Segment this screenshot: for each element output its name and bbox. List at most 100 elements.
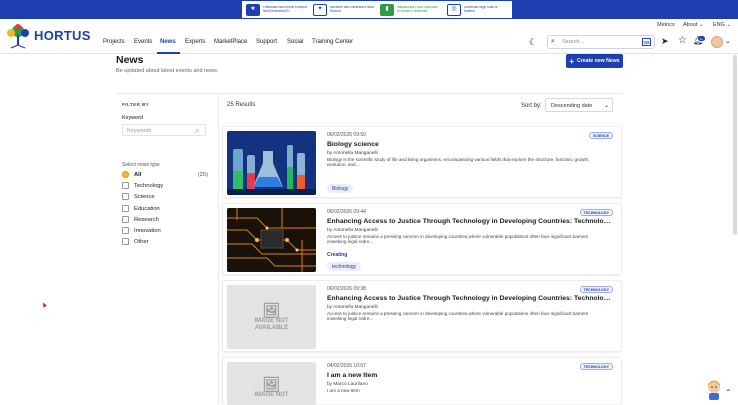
- image-placeholder: 🖼︎ IMAGE NOT AVAILABLE: [227, 285, 316, 349]
- news-card[interactable]: 06/02/2026 09:50 SCIENCE Biology science…: [222, 126, 622, 198]
- filter-label: Innovation: [134, 227, 161, 234]
- nav-marketplace[interactable]: MarketPlace: [214, 39, 247, 45]
- news-date: 06/02/2026 09:38: [327, 286, 366, 292]
- news-category-link[interactable]: Creating: [327, 252, 347, 258]
- keyword-placeholder: Keywords: [127, 128, 152, 134]
- sort-select[interactable]: Descending date ⌄: [545, 98, 613, 112]
- news-type-label: Select news type: [122, 162, 160, 168]
- brand-name: HORTUS: [34, 27, 91, 43]
- language-menu[interactable]: ENG ⌄: [713, 22, 731, 28]
- filter-label: Research: [134, 216, 159, 223]
- news-date: 06/02/2026 09:44: [327, 209, 366, 215]
- image-icon: 🖼︎: [262, 376, 281, 392]
- keyboard-icon[interactable]: ⌨: [642, 38, 651, 46]
- filter-other[interactable]: Other: [122, 237, 208, 246]
- chevron-down-icon[interactable]: ⌄: [725, 37, 731, 45]
- news-tag[interactable]: Biology: [327, 184, 354, 193]
- checkbox[interactable]: [122, 216, 129, 223]
- image-not-available-text: IMAGE NOT AVAILABLE: [254, 318, 289, 331]
- news-card[interactable]: 🖼︎ IMAGE NOT 04/02/2026 10:07 TECHNOLOGY…: [222, 357, 622, 405]
- assistant-avatar-icon[interactable]: [706, 380, 722, 400]
- radio-checked[interactable]: [122, 171, 129, 178]
- about-menu[interactable]: About ⌄: [683, 22, 704, 28]
- funding-logos: ★ Finanziato dall'Unione europea NextGene…: [242, 1, 512, 18]
- sidebar-divider: [218, 94, 219, 404]
- nav-experts[interactable]: Experts: [185, 39, 205, 45]
- news-card[interactable]: 06/02/2026 09:44 TECHNOLOGY Enhancing Ac…: [222, 203, 622, 275]
- keyword-label: Keyword: [122, 115, 144, 121]
- keyword-input[interactable]: Keywords ⌕: [122, 124, 206, 136]
- news-excerpt: I am a new Item: [327, 388, 360, 393]
- nav-events[interactable]: Events: [134, 39, 152, 45]
- filter-science[interactable]: Science: [122, 192, 208, 201]
- sort-value: Descending date: [551, 103, 593, 109]
- search-box[interactable]: ⌕ Search... ⌨: [547, 35, 655, 49]
- news-excerpt: Access to justice remains a pressing con…: [327, 234, 589, 244]
- filter-research[interactable]: Research: [122, 215, 208, 224]
- header-divider: [116, 93, 622, 94]
- about-label: About: [683, 22, 698, 28]
- news-date: 06/02/2026 09:50: [327, 132, 366, 138]
- page-subtitle: Be updated about latest events and news.: [116, 68, 219, 74]
- star-icon[interactable]: ☆: [678, 35, 687, 46]
- checkbox[interactable]: [122, 238, 129, 245]
- filter-technology[interactable]: Technology: [122, 181, 208, 190]
- news-card[interactable]: 🖼︎ IMAGE NOT AVAILABLE 06/02/2026 09:38 …: [222, 280, 622, 352]
- checkbox[interactable]: [122, 205, 129, 212]
- send-icon[interactable]: ➤: [661, 36, 669, 47]
- scrollbar[interactable]: [733, 55, 737, 235]
- filter-innovation[interactable]: Innovation: [122, 226, 208, 235]
- avatar[interactable]: [711, 36, 723, 48]
- checkbox[interactable]: [122, 193, 129, 200]
- filter-label: Technology: [134, 182, 164, 189]
- filter-label: Other: [134, 238, 149, 245]
- chevron-down-icon: ⌄: [726, 22, 732, 28]
- search-icon: ⌕: [195, 126, 200, 135]
- chevron-up-icon[interactable]: ⌃: [725, 388, 732, 397]
- funding-eu: ★ Finanziato dall'Unione europea NextGene…: [246, 2, 307, 17]
- image-icon: 🖼︎: [262, 302, 281, 318]
- funding-bar: ★ Finanziato dall'Unione europea NextGene…: [0, 0, 738, 19]
- image-not-available-text: IMAGE NOT: [254, 392, 289, 398]
- search-icon: ⌕: [551, 38, 555, 45]
- news-excerpt: Access to justice remains a pressing con…: [327, 311, 589, 321]
- dark-mode-moon-icon[interactable]: ☾: [527, 36, 539, 48]
- sort-label: Sort by:: [521, 103, 542, 109]
- metrics-link[interactable]: Metrics: [657, 22, 675, 28]
- filter-label: Education: [134, 205, 160, 212]
- news-tag[interactable]: technology: [327, 262, 362, 271]
- news-title[interactable]: I am a new Item: [327, 372, 612, 379]
- news-title[interactable]: Enhancing Access to Justice Through Tech…: [327, 218, 612, 225]
- filter-education[interactable]: Education: [122, 204, 208, 213]
- main-navbar: HORTUS Projects Events News Experts Mark…: [0, 24, 738, 54]
- news-title[interactable]: Enhancing Access to Justice Through Tech…: [327, 295, 612, 302]
- plus-icon: +: [569, 56, 574, 66]
- funding-unisa: ◎ Università degli Studi di Salerno: [447, 2, 508, 17]
- results-count: 25 Results: [227, 102, 256, 108]
- search-input[interactable]: Search...: [562, 39, 584, 45]
- news-author: by Marco Laurilano: [327, 382, 368, 387]
- hortus-logo[interactable]: HORTUS: [4, 22, 91, 49]
- checkbox[interactable]: [122, 182, 129, 189]
- image-placeholder: 🖼︎ IMAGE NOT: [227, 362, 316, 405]
- nav-support[interactable]: Support: [256, 39, 277, 45]
- filter-label: All: [134, 171, 142, 178]
- filter-count: (25): [197, 171, 208, 178]
- create-news-button[interactable]: + Create new News: [566, 54, 623, 68]
- news-image-lab[interactable]: [227, 131, 316, 195]
- nav-projects[interactable]: Projects: [103, 39, 125, 45]
- chevron-down-icon: ⌄: [698, 22, 704, 28]
- tree-logo-icon: [4, 23, 32, 49]
- category-badge: SCIENCE: [589, 132, 613, 139]
- filter-all[interactable]: All (25): [122, 170, 208, 179]
- checkbox[interactable]: [122, 227, 129, 234]
- news-title[interactable]: Biology science: [327, 141, 612, 148]
- notification-badge: 9+: [698, 36, 705, 41]
- university-seal-icon: ◎: [447, 3, 461, 16]
- news-image-circuit[interactable]: [227, 208, 316, 272]
- nav-training-center[interactable]: Training Center: [312, 39, 353, 45]
- nav-news[interactable]: News: [160, 39, 176, 45]
- nav-social[interactable]: Social: [287, 39, 303, 45]
- italy-flag-icon: ▮: [380, 3, 394, 16]
- mouse-cursor-icon: [41, 301, 47, 308]
